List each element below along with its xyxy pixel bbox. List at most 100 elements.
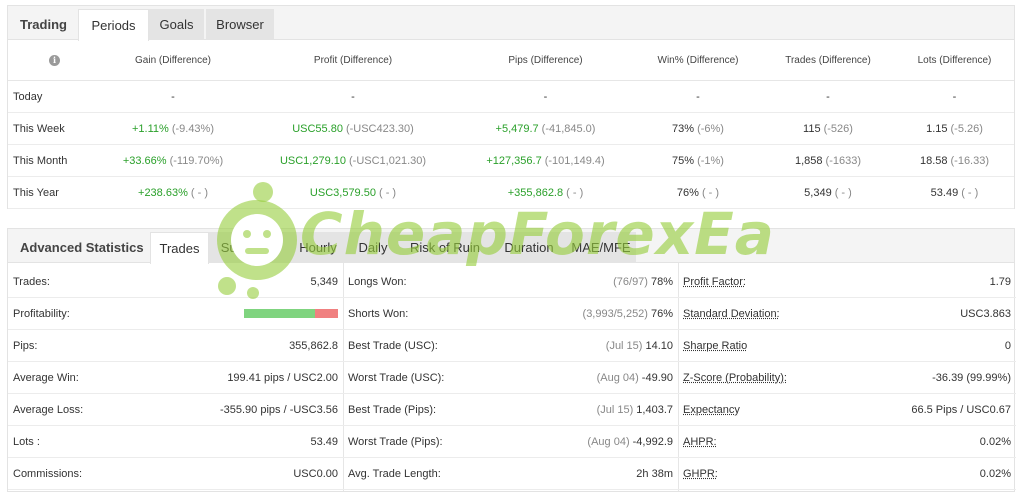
tab-periods[interactable]: Periods [78,9,149,41]
stat-value-text: 355,862.8 [289,340,338,352]
stat-label[interactable]: Z-Score (Probability): [683,362,787,394]
stat-label: Average Loss: [13,404,84,416]
table-cell: 5,349( - ) [763,177,893,209]
table-cell: +1.11% (-9.43%) [98,113,248,145]
tab-trading[interactable]: Trading [8,9,78,40]
table-cell: 75% (-1%) [633,145,763,177]
stat-value: (3,993/5,252) 76% [583,298,673,330]
cell-difference: (-41,845.0) [541,123,596,135]
table-cell: 1.15 (-5.26) [893,113,1016,145]
stat-value: (Aug 04) -49.90 [597,362,673,394]
stat-value-text: -49.90 [641,372,673,384]
stat-value-text: 53.49 [310,436,338,448]
stat-value: 2h 38m [636,458,673,490]
stat-label: Worst Trade (USC): [348,372,445,384]
stat-row: Average Loss: -355.90 pips / -USC3.56 [8,394,343,426]
stat-label: Trades: [13,276,50,288]
profitability-win-segment [244,309,316,318]
stat-row: Avg. Trade Length: 2h 38m [343,458,678,490]
cell-value: USC55.80 [292,123,343,135]
table-cell: 53.49( - ) [893,177,1016,209]
cell-value: 5,349 [804,187,832,199]
tab-summary[interactable]: Summary [209,232,288,263]
cell-value: 73% [672,123,695,135]
stat-row: Average Win: 199.41 pips / USC2.00 [8,362,343,394]
table-row: Today - - - - - - [8,81,1014,113]
stat-row: Profit Factor: 1.79 [678,266,1016,298]
cell-difference: ( - ) [701,187,720,199]
stat-row: Pips: 355,862.8 [8,330,343,362]
stat-label: Average Win: [13,372,79,384]
period-label: This Year [13,187,59,199]
table-cell: 73% (-6%) [633,113,763,145]
stat-value: (Jul 15) 1,403.7 [597,394,673,426]
stat-value-text: 199.41 pips / USC2.00 [227,372,338,384]
period-label: This Week [13,123,65,135]
cell-value: - [543,91,548,103]
stat-label[interactable]: AHPR: [683,426,717,458]
table-cell: - [633,81,763,113]
stat-value: (Jul 15) 14.10 [606,330,673,362]
tab-goals[interactable]: Goals [149,9,204,40]
tab-advanced-statistics[interactable]: Advanced Statistics [8,232,150,263]
cell-value: - [696,91,700,103]
table-row: This Week +1.11% (-9.43%) USC55.80 (-USC423.… [8,113,1014,145]
profitability-bar [244,309,338,318]
cell-difference: (-1%) [697,155,724,167]
cell-value: 76% [676,187,699,199]
stat-label[interactable]: Profit Factor: [683,266,746,298]
cell-value: USC1,279.10 [279,155,346,167]
cell-value: +127,356.7 [486,155,542,167]
stat-value-text: -4,992.9 [632,436,673,448]
stat-extra: (Jul 15) [596,404,634,416]
cell-difference: (-6%) [697,123,724,135]
col-header-pips: Pips (Difference) [508,55,583,66]
stat-row: Best Trade (USC): (Jul 15) 14.10 [343,330,678,362]
tab-daily[interactable]: Daily [348,232,398,263]
table-cell: +355,862.8( - ) [458,177,633,209]
stat-row: Shorts Won: (3,993/5,252) 76% [343,298,678,330]
stat-value: 0 [1005,330,1011,362]
stat-value: -355.90 pips / -USC3.56 [220,394,338,426]
cell-value: +5,479.7 [495,123,539,135]
tab-mae-mfe[interactable]: MAE/MFE [566,232,636,263]
stat-value: 1.79 [990,266,1011,298]
stat-label[interactable]: Sharpe Ratio [683,330,747,362]
stat-value: USC0.00 [293,458,338,490]
cell-difference: (-5.26) [950,123,983,135]
tab-browser[interactable]: Browser [206,9,274,40]
profitability-loss-segment [315,309,338,318]
cell-difference: (-USC423.30) [345,123,414,135]
table-cell: 18.58 (-16.33) [893,145,1016,177]
cell-difference: (-9.43%) [171,123,214,135]
table-cell: 1,858 (-1633) [763,145,893,177]
stat-row: Z-Score (Probability): -36.39 (99.99%) [678,362,1016,394]
cell-value: - [171,91,175,103]
cell-value: +33.66% [122,155,167,167]
cell-difference: ( - ) [961,187,979,199]
stat-extra: (Jul 15) [605,340,643,352]
tab-hourly[interactable]: Hourly [288,232,348,263]
stat-value-text: 0.02% [979,436,1011,448]
cell-value: +1.11% [132,123,169,135]
stat-value-text: 1,403.7 [636,404,673,416]
table-cell: - [458,81,633,113]
col-header-trades: Trades (Difference) [785,55,871,66]
table-cell: - [893,81,1016,113]
stat-label[interactable]: GHPR: [683,458,718,490]
period-label: This Month [13,155,68,167]
cell-value: USC3,579.50 [309,187,376,199]
stat-label: Best Trade (Pips): [348,404,437,416]
stat-value-text: 78% [650,276,673,288]
tab-duration[interactable]: Duration [492,232,566,263]
stat-row: Worst Trade (Pips): (Aug 04) -4,992.9 [343,426,678,458]
periods-panel: Trading Periods Goals Browser i Gain (Di… [7,5,1015,209]
stat-label[interactable]: Expectancy [683,394,740,426]
tab-trades[interactable]: Trades [150,232,209,264]
cell-value: +355,862.8 [507,187,564,199]
tab-risk-of-ruin[interactable]: Risk of Ruin [398,232,492,263]
table-row: This Year +238.63%( - ) USC3,579.50( - ) +3… [8,177,1014,209]
stat-label[interactable]: Standard Deviation: [683,298,780,330]
info-icon[interactable]: i [49,55,60,66]
table-cell: 115 (-526) [763,113,893,145]
